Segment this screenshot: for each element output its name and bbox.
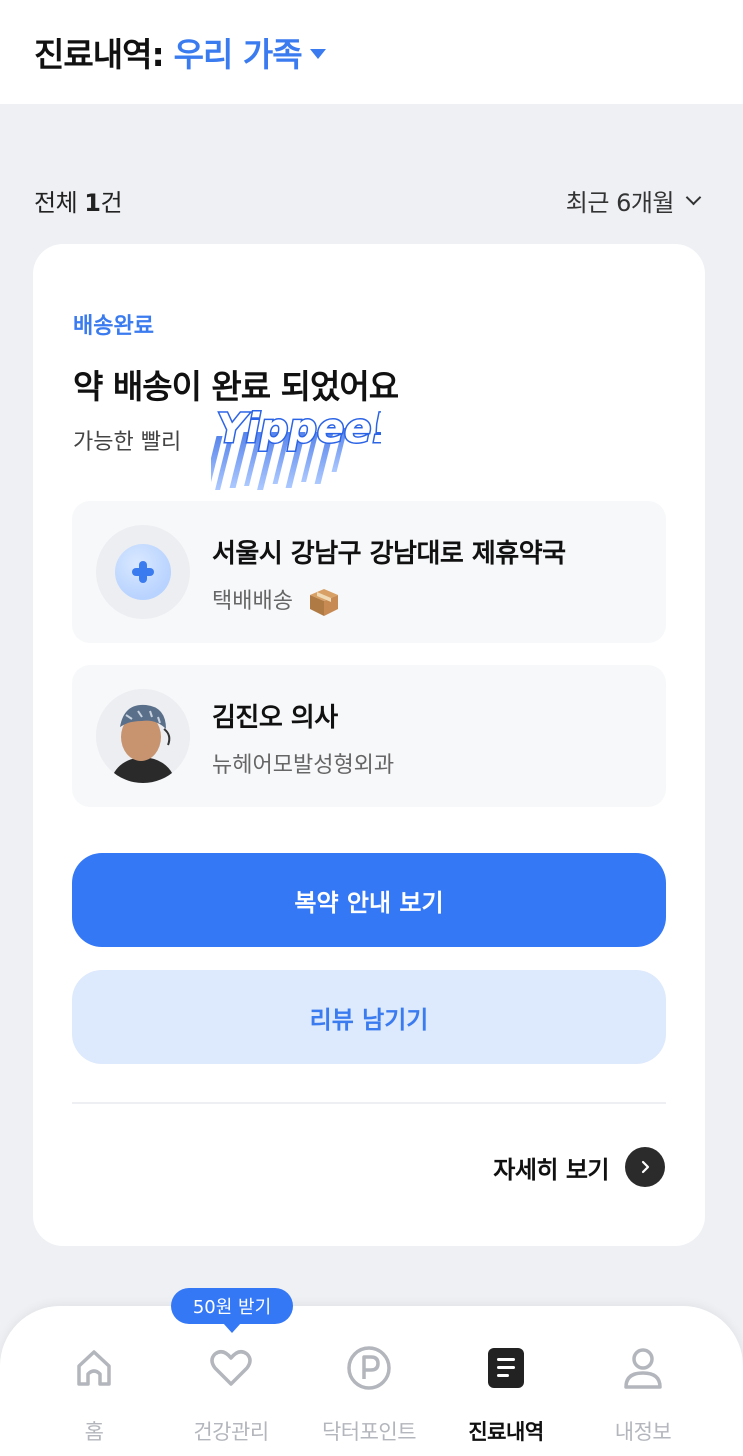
- leave-review-button[interactable]: 리뷰 남기기: [72, 970, 666, 1064]
- clinic-name: 뉴헤어모발성형외과: [212, 753, 395, 778]
- delivery-method: 택배배송: [212, 583, 340, 617]
- pharmacy-name: 서울시 강남구 강남대로 제휴약국: [212, 539, 566, 569]
- tab-home-label: 홈: [84, 1420, 104, 1444]
- pharmacy-info[interactable]: 서울시 강남구 강남대로 제휴약국 택배배송: [72, 501, 666, 643]
- tab-my-info[interactable]: 내정보: [569, 1306, 717, 1456]
- tab-home[interactable]: 홈: [20, 1306, 168, 1456]
- tab-doctor-point-label: 닥터포인트: [321, 1420, 417, 1444]
- bottom-tab-bar: 홈 건강관리 닥터포인트 진료내역 내정보: [0, 1306, 743, 1456]
- period-label: 최근 6개월: [565, 188, 675, 217]
- pharmacy-plus-icon: [115, 544, 171, 600]
- caret-down-icon: [309, 49, 326, 59]
- top-header: 진료내역: 우리 가족: [0, 0, 743, 104]
- point-icon: [345, 1344, 393, 1392]
- doctor-info[interactable]: 김진오 의사 뉴헤어모발성형외과: [72, 665, 666, 807]
- total-prefix: 전체: [34, 188, 85, 217]
- status-badge: 배송완료: [73, 314, 154, 339]
- total-count-text: 전체 1건: [34, 183, 123, 218]
- chevron-down-icon: [685, 189, 702, 205]
- period-filter[interactable]: 최근 6개월: [565, 183, 702, 218]
- total-suffix: 건: [100, 188, 123, 217]
- doctor-name: 김진오 의사: [212, 703, 338, 733]
- history-summary: 전체 1건 최근 6개월: [34, 180, 702, 220]
- card-title: 약 배송이 완료 되었어요: [73, 367, 399, 406]
- view-details-link[interactable]: 자세히 보기: [493, 1147, 665, 1187]
- family-filter-label: 우리 가족: [173, 35, 303, 74]
- page-title: 진료내역:: [34, 35, 165, 74]
- home-icon: [70, 1344, 118, 1392]
- yippee-sticker: Yippee!: [211, 405, 381, 490]
- yippee-text: Yippee!: [217, 406, 381, 452]
- tab-health-label: 건강관리: [193, 1420, 269, 1444]
- total-count: 1: [84, 188, 101, 217]
- tab-doctor-point[interactable]: 닥터포인트: [295, 1306, 443, 1456]
- card-subtitle: 가능한 빨리: [73, 430, 182, 455]
- promo-badge[interactable]: 50원 받기: [171, 1288, 293, 1333]
- heart-icon: [207, 1344, 255, 1392]
- document-icon: [482, 1344, 530, 1392]
- medication-guide-button[interactable]: 복약 안내 보기: [72, 853, 666, 947]
- card-divider: [72, 1102, 666, 1104]
- chevron-right-icon: [625, 1147, 665, 1187]
- treatment-card: 배송완료 약 배송이 완료 되었어요 가능한 빨리 Yippee! 서울시 강남…: [33, 244, 705, 1246]
- tab-treatment-history[interactable]: 진료내역: [432, 1306, 580, 1456]
- tab-treatment-history-label: 진료내역: [468, 1420, 544, 1444]
- view-details-label: 자세히 보기: [493, 1155, 609, 1184]
- user-icon: [619, 1344, 667, 1392]
- delivery-method-label: 택배배송: [212, 589, 293, 614]
- package-icon: [309, 589, 338, 616]
- pharmacy-avatar: [96, 525, 190, 619]
- doctor-avatar: [96, 689, 190, 783]
- tab-my-info-label: 내정보: [614, 1420, 672, 1444]
- family-filter-dropdown[interactable]: 우리 가족: [174, 28, 326, 76]
